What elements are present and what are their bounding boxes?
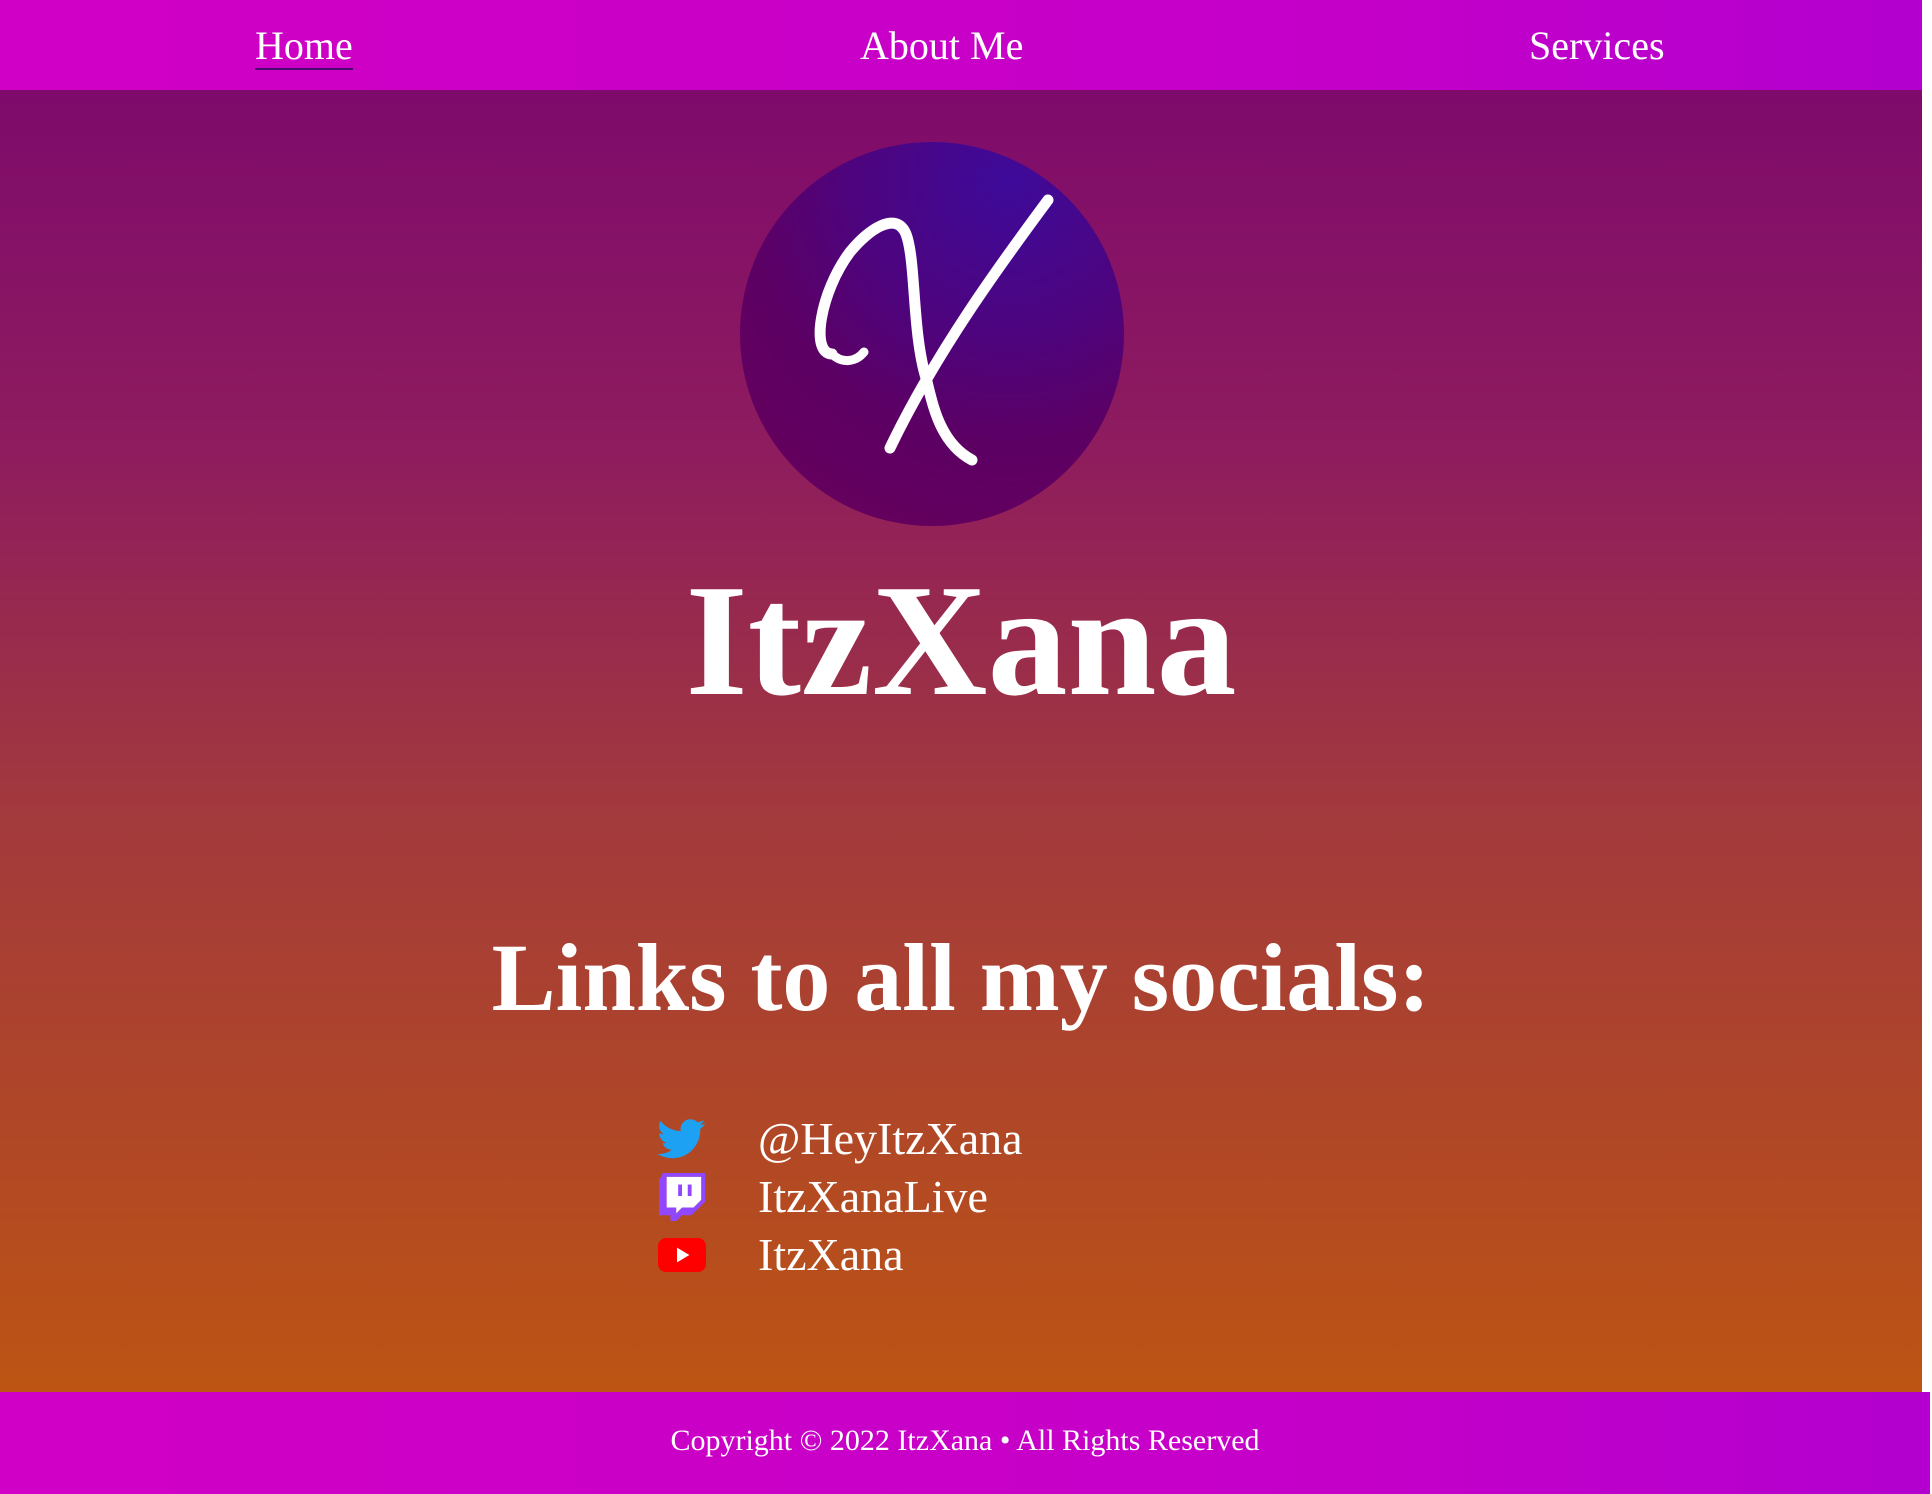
youtube-channel: ItzXana (758, 1229, 904, 1280)
social-links-list: @HeyItzXana ItzXanaLive ItzXana (656, 1110, 1023, 1284)
scrollbar-gutter (1922, 0, 1932, 1494)
nav-link-services[interactable]: Services (1529, 26, 1665, 66)
social-link-youtube[interactable]: ItzXana (656, 1226, 1023, 1284)
twitch-icon (656, 1171, 708, 1223)
page-background: Home About Me Services ItzXana Links to … (0, 0, 1922, 1494)
youtube-icon (656, 1229, 708, 1281)
top-navbar: Home About Me Services (0, 0, 1922, 90)
page-title: ItzXana (685, 551, 1237, 729)
socials-heading: Links to all my socials: (491, 924, 1431, 1031)
social-link-twitch[interactable]: ItzXanaLive (656, 1168, 1023, 1226)
copyright-text: Copyright © 2022 ItzXana • All Rights Re… (670, 1424, 1260, 1457)
footer: Copyright © 2022 ItzXana • All Rights Re… (0, 1392, 1930, 1494)
twitch-channel: ItzXanaLive (758, 1171, 988, 1222)
script-x-logo-icon (814, 194, 1054, 466)
social-link-twitter[interactable]: @HeyItzXana (656, 1110, 1023, 1168)
twitter-icon (656, 1113, 708, 1165)
avatar (740, 142, 1124, 526)
twitter-handle: @HeyItzXana (758, 1113, 1023, 1164)
nav-link-home[interactable]: Home (255, 26, 353, 70)
nav-link-about-me[interactable]: About Me (860, 26, 1023, 66)
